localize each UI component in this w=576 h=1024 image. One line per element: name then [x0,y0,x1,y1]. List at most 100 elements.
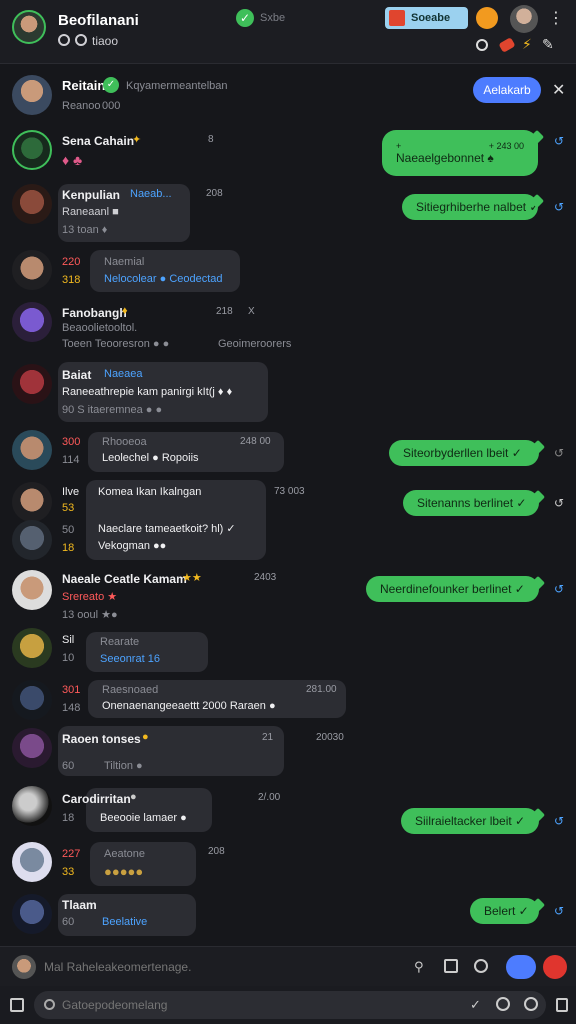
list-item[interactable]: Sil 10 Rearate Seeonrat 16 [0,626,576,676]
search-input[interactable] [62,995,462,1015]
bottom-bar: ✓ [0,986,576,1024]
list-item[interactable]: 220 318 Naemial Nelocolear ● Ceodectad [0,246,576,298]
row-sub: Beeooie lamaer ● [100,812,187,824]
message-bubble-out[interactable]: Siilraieltacker lbeit ✓ [401,808,539,834]
row-sub: Raneeathrepie kam panirgi kIt(j ♦ ♦ [62,386,233,398]
more-icon[interactable]: ⋮ [548,8,564,30]
row-tag[interactable]: Naeab... [130,188,172,200]
camera-button[interactable] [506,955,536,979]
reply-icon[interactable]: ↺ [552,446,566,460]
avatar [12,628,52,668]
message-bubble-out[interactable]: Neerdinefounker berlinet ✓ [366,576,539,602]
emoji-icon[interactable] [474,959,488,973]
lock-icon[interactable] [556,998,568,1012]
reply-icon[interactable]: ↺ [552,496,566,510]
list-item[interactable]: Fanobangh ♦ Beaoolietooltol. Toeen Teoor… [0,298,576,358]
record-button[interactable] [543,955,567,979]
row-time: 248 00 [240,436,271,447]
contact-avatar[interactable] [12,75,52,115]
row-name: Naemial [104,256,145,268]
contact-sub2-time: 000 [102,100,121,112]
row-time2: X [248,306,255,317]
row-time: 208 [206,188,223,199]
row-num1: 60 [62,916,75,928]
edit-icon[interactable]: ✎ [542,36,554,53]
reply-icon[interactable]: ↺ [552,814,566,828]
message-bubble-out[interactable]: Belert ✓ [470,898,539,924]
row-meta: Toeen Teooresron ● ● [62,338,170,350]
row-num1: 227 [62,848,81,860]
message-bubble-out[interactable]: Siteorbyderllen lbeit ✓ [389,440,539,466]
avatar-secondary [12,520,52,560]
composer-avatar[interactable] [12,955,36,979]
row-emoji: ♦ [122,305,128,317]
check-icon[interactable]: ✓ [470,997,481,1013]
list-item[interactable]: 300 114 Rhooeoa 248 00 Leolechel ● Ropoi… [0,428,576,478]
row-meta: 13 ooul ★● [62,609,118,621]
avatar [12,130,52,170]
reply-icon[interactable]: ↺ [552,904,566,918]
row-time: 281.00 [306,684,337,695]
message-bubble-out[interactable]: Sitenanns berlinet ✓ [403,490,539,516]
contact-sub: Kqyamermeantelban [126,80,228,92]
timer-icon[interactable] [496,997,510,1011]
list-item[interactable]: Raoen tonses ● 60 Tiltion ● 21 20030 [0,726,576,780]
add-button[interactable]: Aelakarb [473,77,541,103]
list-item[interactable]: Kenpulian Naeab... Raneaanl ■ 13 toan ♦ … [0,180,576,244]
row-time: 218 [216,306,233,317]
row-num3: 18 [62,542,75,554]
search-icon[interactable] [476,39,488,51]
message-bubble-out[interactable]: Sitiegrhiberhe nalbet ✓ [402,194,539,220]
row-time: 208 [208,846,225,857]
row-sub: Onenaenangeeaettt 2000 Raraen ● [102,700,276,712]
list-item[interactable]: Tlaam 60 Beelative Belert ✓ ↺ [0,892,576,938]
menu-icon[interactable] [10,998,24,1012]
reply-icon[interactable]: ↺ [552,134,566,148]
row-name: Aeatone [104,848,145,860]
row-sub: Naeclare tameaetkoit? hl) ✓ [98,523,236,535]
contact-sub2: Reanoo [62,100,101,112]
list-item[interactable]: Carodirritan ● 18 Beeooie lamaer ● 2/.00… [0,784,576,834]
profile-avatar[interactable] [510,5,538,33]
row-meta: 13 toan ♦ [62,224,108,236]
reply-icon[interactable]: ↺ [552,200,566,214]
notification-icon[interactable] [476,7,498,29]
tag-icon[interactable] [498,37,516,53]
close-icon[interactable]: ✕ [552,80,565,100]
row-sub: Raneaanl ■ [62,206,119,218]
search-chip[interactable]: Soeabe [385,7,468,29]
list-item[interactable]: 227 33 Aeatone ●●●●● 208 [0,838,576,890]
bubble-title: Komea Ikan Ikalngan [98,486,202,498]
verified-icon: ✓ [103,77,119,93]
bolt-icon[interactable]: ⚡ [522,36,532,53]
avatar[interactable] [12,10,46,44]
row-meta: 60 [62,760,75,772]
row-sub: ●●●●● [104,864,144,879]
avatar [12,728,52,768]
list-item[interactable]: Sena Cahain ✦ ♦ ♣ 8 + + 243 00 Naeaelgebo… [0,124,576,180]
check-icon: ✓ [236,9,254,27]
row-sub: Rearate [100,636,140,648]
grid-icon[interactable] [444,959,458,973]
search-field[interactable]: ✓ [34,991,546,1019]
list-item[interactable]: Naeale Ceatle Kamam ★★ Srereato ★ 13 oou… [0,566,576,622]
row-meta: Vekogman ●● [98,540,167,552]
out-time: + 243 00 [488,141,524,151]
reply-icon[interactable]: ↺ [552,582,566,596]
row-emoji: ✦ [132,134,142,146]
history-icon[interactable] [524,997,538,1011]
settings-icon[interactable] [58,34,70,46]
list-item[interactable]: 301 148 Raesnoaed 281.00 Onenaenangeeaet… [0,678,576,724]
message-input[interactable] [44,955,404,979]
list-item[interactable]: Baiat Naeaea Raneeathrepie kam panirgi k… [0,362,576,424]
row-num1: 220 [62,256,81,268]
attach-icon[interactable]: ⚲ [414,959,424,975]
row-tag[interactable]: Naeaea [104,368,143,380]
list-item[interactable]: Ilve 53 50 18 Komea Ikan Ikalngan Naecla… [0,480,576,562]
row-meta: 90 S itaeremnea ● ● [62,404,163,416]
row-num1: 300 [62,436,81,448]
message-bubble-out[interactable]: + + 243 00 Naeaelgebonnet ♠ [382,130,538,176]
row-emoji: ★★ [182,572,202,584]
row-num2: 33 [62,866,75,878]
out-top: + [396,141,402,151]
